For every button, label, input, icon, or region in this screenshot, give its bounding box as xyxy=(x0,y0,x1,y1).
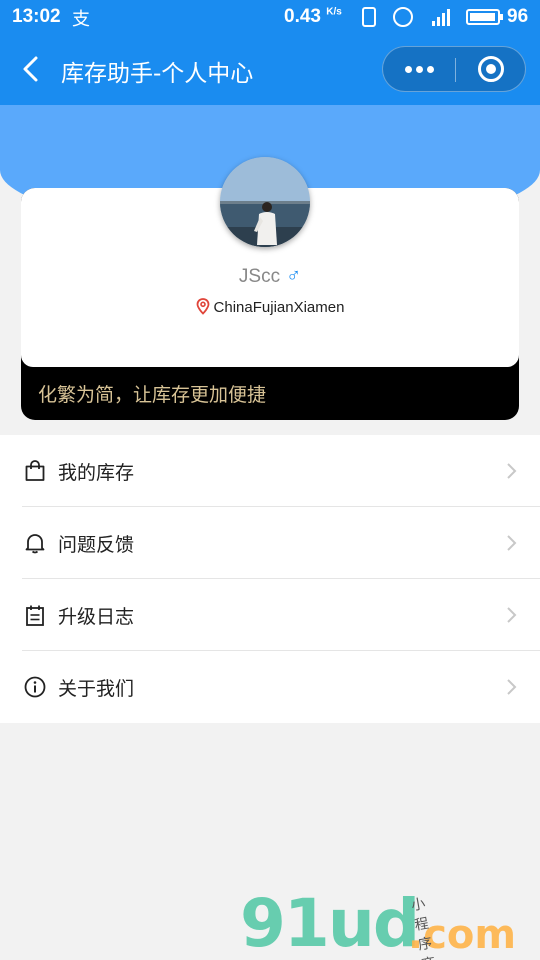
user-location: ChinaFujianXiamen xyxy=(213,299,345,316)
avatar[interactable] xyxy=(220,157,310,247)
user-name: JScc xyxy=(238,266,281,287)
menu-item-about-us[interactable]: 关于我们 xyxy=(0,651,540,723)
chevron-right-icon xyxy=(507,463,517,479)
net-speed: 0.43 K/s xyxy=(284,6,342,27)
male-gender-icon: ♂ xyxy=(286,265,302,287)
menu-item-changelog[interactable]: 升级日志 xyxy=(0,579,540,651)
chevron-right-icon xyxy=(507,535,517,551)
back-arrow-icon[interactable] xyxy=(18,54,46,84)
bell-icon xyxy=(25,534,45,554)
watermark-brand: 91ud xyxy=(240,885,420,960)
menu-item-label: 关于我们 xyxy=(58,678,135,700)
chevron-right-icon xyxy=(507,679,517,695)
user-name-row: JScc ♂ xyxy=(21,265,519,288)
status-bar: 13:02 支 0.43 K/s 96 xyxy=(0,0,540,34)
alipay-notification-icon: 支 xyxy=(72,9,90,29)
menu-list: 我的库存 问题反馈 升级日志 关于我们 xyxy=(0,435,540,723)
signal-icon xyxy=(428,8,450,26)
status-time: 13:02 xyxy=(12,6,61,27)
menu-item-my-inventory[interactable]: 我的库存 xyxy=(0,435,540,507)
location-pin-icon xyxy=(196,298,209,315)
info-icon xyxy=(24,676,46,698)
shopping-bag-icon xyxy=(25,460,45,481)
vibrate-icon xyxy=(362,7,376,27)
chevron-right-icon xyxy=(507,607,517,623)
close-target-icon[interactable] xyxy=(455,47,527,91)
page-title: 库存助手-个人中心 xyxy=(61,61,254,87)
calendar-icon xyxy=(26,605,44,626)
user-location-row: ChinaFujianXiamen xyxy=(21,298,519,316)
menu-item-label: 我的库存 xyxy=(58,462,135,484)
nav-bar: 库存助手-个人中心 xyxy=(0,34,540,105)
alarm-icon xyxy=(393,7,413,27)
battery-level: 96 xyxy=(507,6,529,27)
menu-item-label: 问题反馈 xyxy=(58,534,135,556)
miniprogram-capsule xyxy=(382,46,526,92)
battery-icon xyxy=(466,9,503,25)
more-dots-icon[interactable] xyxy=(383,47,455,91)
menu-item-feedback[interactable]: 问题反馈 xyxy=(0,507,540,579)
slogan: 化繁为简，让库存更加便捷 xyxy=(38,384,267,406)
menu-item-label: 升级日志 xyxy=(58,606,135,628)
